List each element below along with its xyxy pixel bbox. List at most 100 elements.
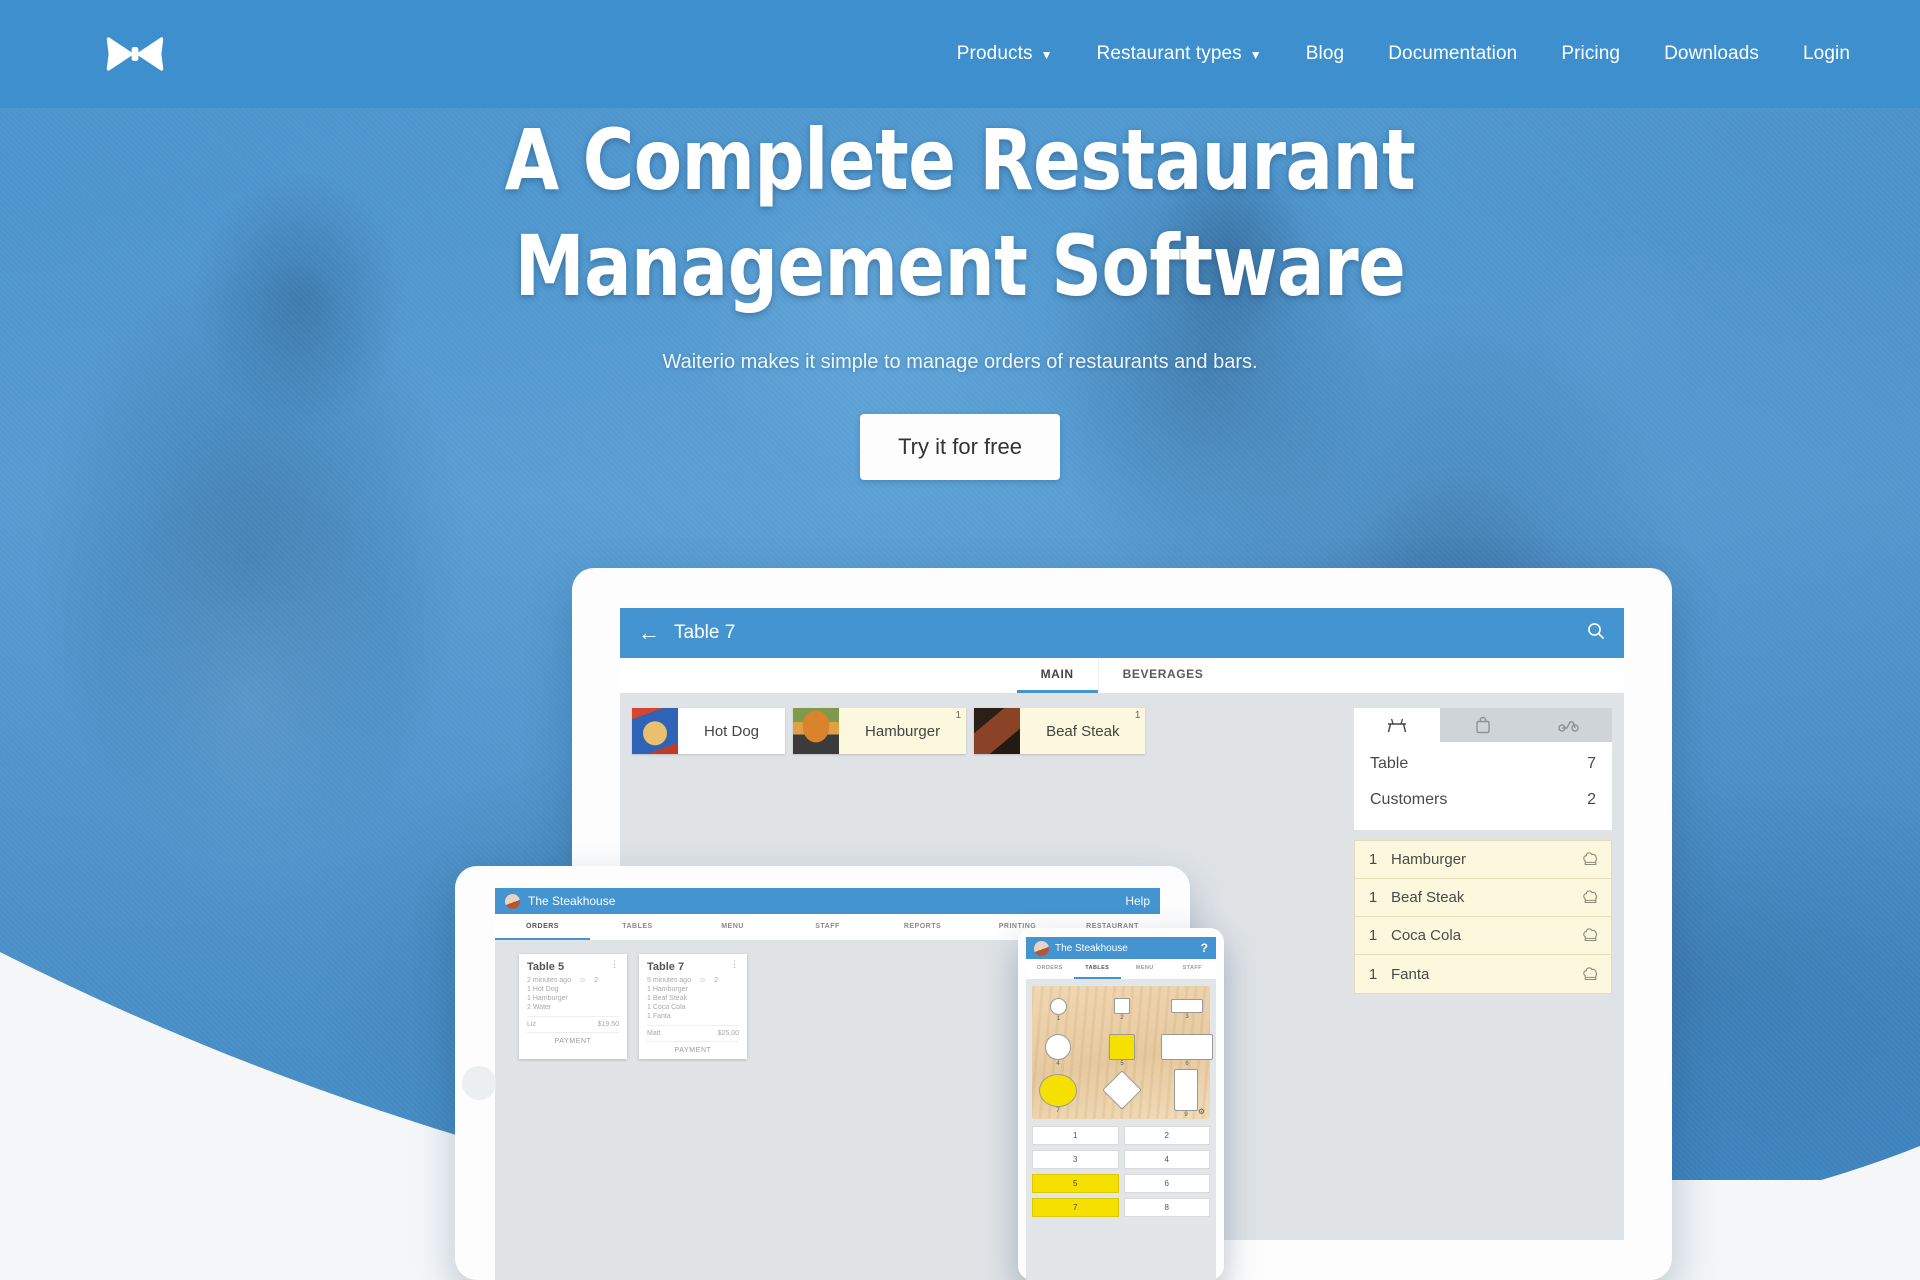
nav-links: Products ▼ Restaurant types ▼ Blog Docum… <box>935 33 1872 75</box>
payment-button[interactable]: PAYMENT <box>647 1041 739 1059</box>
order-item-qty: 1 <box>1368 965 1378 983</box>
floor-table-3[interactable]: 3 <box>1171 999 1203 1020</box>
nav-item-login[interactable]: Login <box>1781 33 1872 75</box>
order-card-time: 2 minutes ago <box>527 977 571 984</box>
tab-orders[interactable]: ORDERS <box>495 914 590 940</box>
order-card-title: Table 5 <box>527 961 565 973</box>
order-info-customers-value: 2 <box>1587 791 1596 808</box>
floor-table-8[interactable]: 8 <box>1102 1070 1142 1111</box>
order-card-line: 1 Fanta <box>647 1013 671 1020</box>
order-card-total: $19.50 <box>597 1021 619 1028</box>
chevron-down-icon: ▼ <box>1040 48 1053 62</box>
order-card-title: Table 7 <box>647 961 685 973</box>
menu-item-hamburger[interactable]: Hamburger 1 <box>793 708 967 754</box>
tab-tables[interactable]: TABLES <box>590 914 685 940</box>
person-icon: ☺ <box>578 977 587 984</box>
order-info-customers: Customers 2 <box>1370 782 1596 818</box>
tab-table-service[interactable] <box>1354 708 1440 742</box>
kebab-menu-icon[interactable]: ⋮ <box>610 959 619 968</box>
hamburger-thumbnail-icon <box>793 708 840 754</box>
try-it-for-free-button[interactable]: Try it for free <box>860 414 1060 481</box>
table-button-4[interactable]: 4 <box>1123 1150 1210 1169</box>
tab-staff[interactable]: STAFF <box>780 914 875 940</box>
tab-reports[interactable]: REPORTS <box>875 914 970 940</box>
kebab-menu-icon[interactable]: ⋮ <box>730 959 739 968</box>
menu-category-tabs: MAIN BEVERAGES <box>620 658 1624 694</box>
table-icon <box>1387 718 1407 732</box>
floor-table-label: 1 <box>1056 1016 1061 1022</box>
order-card-meta: 2 minutes ago ☺ 2 <box>527 977 619 984</box>
order-item-row[interactable]: 1 Coca Cola <box>1355 917 1611 955</box>
bowtie-logo-icon[interactable] <box>104 31 166 77</box>
order-card-waiter: Matt <box>647 1030 661 1037</box>
floor-table-label: 5 <box>1120 1061 1124 1067</box>
payment-button[interactable]: PAYMENT <box>527 1032 619 1050</box>
phone-app-bar: The Steakhouse ? <box>1026 937 1216 959</box>
page-title: A Complete Restaurant Management Softwar… <box>67 117 1853 315</box>
floor-table-5[interactable]: 5 <box>1109 1034 1135 1067</box>
tab-main[interactable]: MAIN <box>1016 658 1098 693</box>
phone-tabs: ORDERS TABLES MENU STAFF <box>1026 959 1216 979</box>
phone-screen: The Steakhouse ? ORDERS TABLES MENU STAF… <box>1026 937 1216 1280</box>
tab-takeaway[interactable] <box>1440 708 1526 742</box>
floor-table-shape-circle <box>1050 998 1067 1015</box>
table-button-5[interactable]: 5 <box>1032 1174 1119 1193</box>
floor-table-9[interactable]: 9 <box>1174 1069 1198 1118</box>
chef-hat-icon <box>1569 966 1611 983</box>
chef-hat-icon <box>1569 927 1611 944</box>
top-navigation-bar: Products ▼ Restaurant types ▼ Blog Docum… <box>0 0 1920 108</box>
floor-table-2[interactable]: 2 <box>1114 998 1130 1021</box>
order-app-title: Table 7 <box>674 622 736 643</box>
floor-table-1[interactable]: 1 <box>1050 998 1067 1022</box>
tablet-home-button[interactable] <box>462 1066 496 1100</box>
order-card-meta: 5 minutes ago ☺ 2 <box>647 977 739 984</box>
table-button-8[interactable]: 8 <box>1123 1198 1210 1217</box>
tab-menu[interactable]: MENU <box>1121 959 1169 979</box>
nav-item-pricing[interactable]: Pricing <box>1539 33 1642 75</box>
order-card[interactable]: Table 5 ⋮ 2 minutes ago ☺ 2 1 Hot Dog 1 … <box>519 954 627 1059</box>
tab-delivery[interactable] <box>1526 708 1612 742</box>
table-button-1[interactable]: 1 <box>1032 1126 1119 1145</box>
question-mark-icon[interactable]: ? <box>1201 941 1208 955</box>
order-card-total: $25.00 <box>717 1030 739 1037</box>
tab-staff[interactable]: STAFF <box>1169 959 1217 979</box>
user-avatar <box>505 893 520 909</box>
floor-table-4[interactable]: 4 <box>1045 1034 1071 1067</box>
order-card-header: Table 5 ⋮ <box>527 959 619 973</box>
order-card-line: 1 Hot Dog <box>527 986 559 993</box>
gear-icon[interactable]: ⚙ <box>1198 1107 1205 1116</box>
menu-item-beaf-steak[interactable]: Beaf Steak 1 <box>974 708 1146 754</box>
table-button-7[interactable]: 7 <box>1032 1198 1119 1217</box>
back-arrow-icon[interactable]: ← <box>638 622 660 644</box>
floor-table-7[interactable]: 7 <box>1039 1074 1077 1114</box>
order-type-tabs <box>1354 708 1612 742</box>
help-link[interactable]: Help <box>1125 894 1150 908</box>
search-icon[interactable] <box>1586 621 1606 646</box>
order-item-row[interactable]: 1 Hamburger <box>1355 841 1611 879</box>
tab-beverages[interactable]: BEVERAGES <box>1097 658 1228 693</box>
table-button-2[interactable]: 2 <box>1123 1126 1210 1145</box>
table-button-3[interactable]: 3 <box>1032 1150 1119 1169</box>
tab-menu[interactable]: MENU <box>685 914 780 940</box>
nav-item-downloads[interactable]: Downloads <box>1642 33 1781 75</box>
floor-table-shape-circle <box>1045 1034 1071 1060</box>
menu-item-hot-dog[interactable]: Hot Dog <box>632 708 786 754</box>
nav-item-restaurant-types[interactable]: Restaurant types ▼ <box>1075 33 1284 75</box>
tab-orders[interactable]: ORDERS <box>1026 959 1074 979</box>
order-item-row[interactable]: 1 Beaf Steak <box>1355 879 1611 917</box>
order-summary-panel: Table 7 Customers 2 1 Hamburger 1 Beaf S… <box>1354 708 1612 1226</box>
order-card-total-row: Matt $25.00 <box>647 1025 739 1037</box>
nav-item-documentation[interactable]: Documentation <box>1366 33 1539 75</box>
tab-tables[interactable]: TABLES <box>1073 959 1121 979</box>
table-button-6[interactable]: 6 <box>1123 1174 1210 1193</box>
order-item-row[interactable]: 1 Fanta <box>1355 955 1611 993</box>
order-card[interactable]: Table 7 ⋮ 5 minutes ago ☺ 2 1 Hamburger … <box>639 954 747 1059</box>
nav-item-products[interactable]: Products ▼ <box>935 33 1075 75</box>
restaurant-name: The Steakhouse <box>528 894 616 908</box>
floor-table-6[interactable]: 6 <box>1161 1034 1213 1067</box>
order-card-time: 5 minutes ago <box>647 977 691 984</box>
hero-title-line-2: Management Software <box>514 216 1406 315</box>
user-avatar <box>1034 940 1049 956</box>
order-card-line: 1 Beaf Steak <box>647 995 688 1002</box>
nav-item-blog[interactable]: Blog <box>1284 33 1366 75</box>
